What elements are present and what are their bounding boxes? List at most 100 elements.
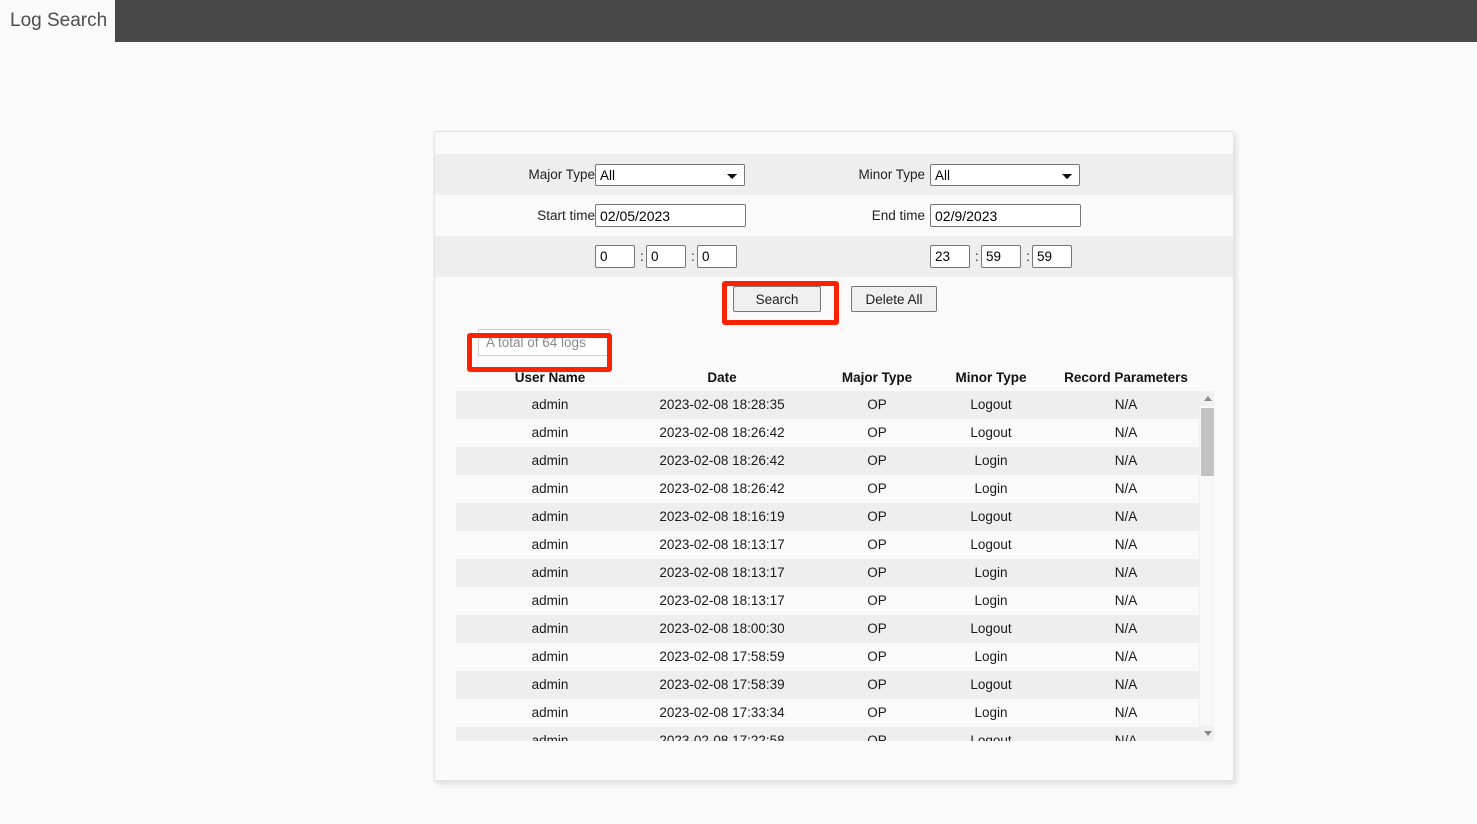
table-row[interactable]: admin 2023-02-08 18:16:19 OP Logout N/A: [456, 503, 1199, 531]
cell-major-type: OP: [867, 397, 887, 412]
cell-user-name: admin: [531, 593, 569, 608]
minor-type-select[interactable]: All: [930, 164, 1080, 186]
cell-record-parameters: N/A: [1114, 425, 1138, 440]
cell-date: 2023-02-08 18:26:42: [659, 481, 785, 496]
cell-date: 2023-02-08 17:58:59: [659, 649, 785, 664]
cell-date: 2023-02-08 18:13:17: [659, 565, 785, 580]
cell-date: 2023-02-08 18:13:17: [659, 537, 785, 552]
clock-filter-row: : : : :: [435, 236, 1233, 277]
major-type-select[interactable]: All: [595, 164, 745, 186]
table-header: User Name Date Major Type Minor Type Rec…: [435, 365, 1233, 391]
table-row[interactable]: admin 2023-02-08 18:13:17 OP Logout N/A: [456, 531, 1199, 559]
cell-user-name: admin: [531, 565, 569, 580]
cell-minor-type: Logout: [970, 677, 1012, 692]
cell-record-parameters: N/A: [1114, 593, 1138, 608]
cell-record-parameters: N/A: [1114, 565, 1138, 580]
cell-minor-type: Login: [974, 453, 1008, 468]
cell-minor-type: Logout: [970, 733, 1012, 741]
caret-up-icon[interactable]: [1200, 391, 1214, 406]
cell-user-name: admin: [531, 453, 569, 468]
start-date-input[interactable]: [595, 204, 746, 227]
end-colon-1: :: [975, 249, 979, 264]
table-row[interactable]: admin 2023-02-08 17:33:34 OP Login N/A: [456, 699, 1199, 727]
cell-user-name: admin: [531, 397, 569, 412]
cell-date: 2023-02-08 18:00:30: [659, 621, 785, 636]
total-logs-display: A total of 64 logs: [478, 329, 610, 356]
end-date-input[interactable]: [930, 204, 1081, 227]
cell-minor-type: Login: [974, 705, 1008, 720]
table-row[interactable]: admin 2023-02-08 18:26:42 OP Logout N/A: [456, 419, 1199, 447]
minor-type-label: Minor Type: [858, 167, 925, 182]
panel-top-spacer: [435, 132, 1233, 154]
search-button[interactable]: Search: [733, 286, 821, 312]
cell-minor-type: Logout: [970, 509, 1012, 524]
table-row[interactable]: admin 2023-02-08 17:58:39 OP Logout N/A: [456, 671, 1199, 699]
cell-minor-type: Login: [974, 565, 1008, 580]
cell-major-type: OP: [867, 593, 887, 608]
cell-date: 2023-02-08 17:58:39: [659, 677, 785, 692]
cell-major-type: OP: [867, 733, 887, 741]
log-table-body: admin 2023-02-08 18:28:35 OP Logout N/A admin…: [456, 391, 1199, 741]
cell-major-type: OP: [867, 677, 887, 692]
table-row[interactable]: admin 2023-02-08 18:00:30 OP Logout N/A: [456, 615, 1199, 643]
column-header-date: Date: [707, 370, 737, 385]
table-row[interactable]: admin 2023-02-08 18:28:35 OP Logout N/A: [456, 391, 1199, 419]
cell-user-name: admin: [531, 677, 569, 692]
table-row[interactable]: admin 2023-02-08 17:58:59 OP Login N/A: [456, 643, 1199, 671]
cell-major-type: OP: [867, 453, 887, 468]
end-hour-input[interactable]: [930, 245, 970, 268]
table-scrollbar[interactable]: [1199, 391, 1214, 741]
start-time-label: Start time: [537, 208, 595, 223]
cell-user-name: admin: [531, 425, 569, 440]
cell-major-type: OP: [867, 425, 887, 440]
cell-record-parameters: N/A: [1114, 733, 1138, 741]
cell-major-type: OP: [867, 537, 887, 552]
cell-major-type: OP: [867, 509, 887, 524]
summary-row: A total of 64 logs: [435, 323, 1233, 365]
cell-record-parameters: N/A: [1114, 537, 1138, 552]
delete-all-button[interactable]: Delete All: [851, 286, 937, 312]
cell-date: 2023-02-08 17:33:34: [659, 705, 785, 720]
cell-user-name: admin: [531, 509, 569, 524]
end-time-label: End time: [871, 208, 925, 223]
caret-down-icon[interactable]: [1200, 726, 1214, 741]
table-row[interactable]: admin 2023-02-08 18:13:17 OP Login N/A: [456, 559, 1199, 587]
page-title: Log Search: [10, 10, 108, 31]
cell-major-type: OP: [867, 481, 887, 496]
start-second-input[interactable]: [697, 245, 737, 268]
cell-major-type: OP: [867, 705, 887, 720]
app-header-bar: Log Search: [0, 0, 1477, 42]
start-minute-input[interactable]: [646, 245, 686, 268]
cell-record-parameters: N/A: [1114, 705, 1138, 720]
cell-record-parameters: N/A: [1114, 621, 1138, 636]
column-header-major-type: Major Type: [841, 370, 913, 385]
cell-record-parameters: N/A: [1114, 453, 1138, 468]
header-dark-region: [115, 0, 1477, 42]
cell-minor-type: Logout: [970, 425, 1012, 440]
table-row[interactable]: admin 2023-02-08 17:22:58 OP Logout N/A: [456, 727, 1199, 741]
cell-minor-type: Logout: [970, 621, 1012, 636]
cell-record-parameters: N/A: [1114, 509, 1138, 524]
end-colon-2: :: [1026, 249, 1030, 264]
cell-user-name: admin: [531, 705, 569, 720]
cell-user-name: admin: [531, 537, 569, 552]
cell-major-type: OP: [867, 649, 887, 664]
cell-record-parameters: N/A: [1114, 481, 1138, 496]
cell-date: 2023-02-08 18:16:19: [659, 509, 785, 524]
end-second-input[interactable]: [1032, 245, 1072, 268]
start-hour-input[interactable]: [595, 245, 635, 268]
table-row[interactable]: admin 2023-02-08 18:26:42 OP Login N/A: [456, 475, 1199, 503]
table-row[interactable]: admin 2023-02-08 18:13:17 OP Login N/A: [456, 587, 1199, 615]
log-table-scroll-area[interactable]: admin 2023-02-08 18:28:35 OP Logout N/A admin…: [456, 391, 1214, 741]
table-row[interactable]: admin 2023-02-08 18:26:42 OP Login N/A: [456, 447, 1199, 475]
cell-date: 2023-02-08 18:26:42: [659, 425, 785, 440]
start-colon-1: :: [640, 249, 644, 264]
end-minute-input[interactable]: [981, 245, 1021, 268]
date-filter-row: Start time End time: [435, 195, 1233, 236]
cell-minor-type: Logout: [970, 537, 1012, 552]
start-colon-2: :: [691, 249, 695, 264]
type-filter-row: Major Type All Minor Type All: [435, 154, 1233, 195]
cell-user-name: admin: [531, 621, 569, 636]
scrollbar-thumb[interactable]: [1201, 408, 1214, 476]
cell-date: 2023-02-08 18:26:42: [659, 453, 785, 468]
